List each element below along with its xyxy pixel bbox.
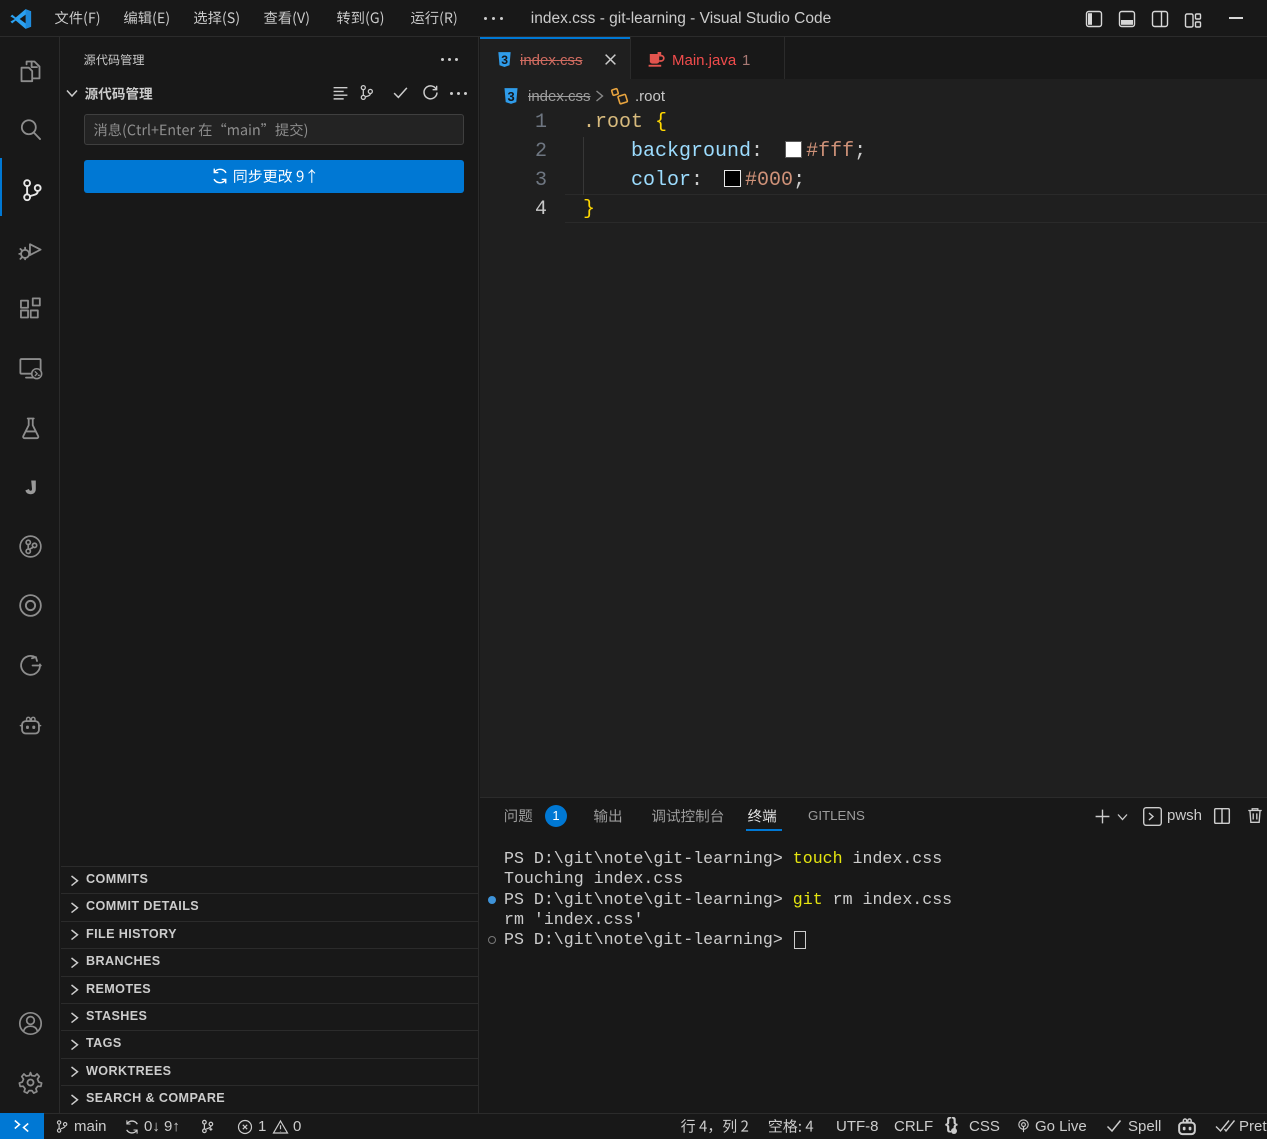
svg-text:3: 3 — [501, 53, 508, 67]
svg-text:3: 3 — [508, 89, 515, 104]
